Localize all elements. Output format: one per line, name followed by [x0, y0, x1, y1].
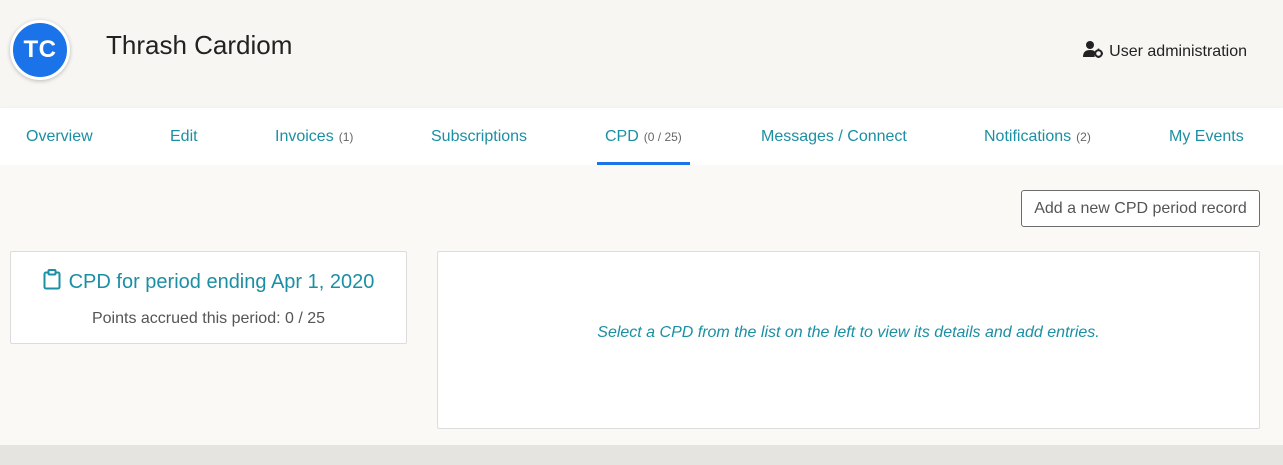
main-content: Add a new CPD period record CPD for peri… — [0, 165, 1283, 445]
tab-overview[interactable]: Overview — [26, 108, 93, 165]
tab-my-events[interactable]: My Events — [1169, 108, 1244, 165]
tab-edit[interactable]: Edit — [170, 108, 198, 165]
tab-count: (2) — [1076, 129, 1091, 144]
cpd-period-card[interactable]: CPD for period ending Apr 1, 2020 Points… — [10, 251, 407, 344]
tab-count: (0 / 25) — [643, 129, 682, 144]
cpd-period-title-text: CPD for period ending Apr 1, 2020 — [68, 271, 375, 293]
tab-cpd[interactable]: CPD (0 / 25) — [597, 108, 690, 165]
user-name: Thrash Cardiom — [106, 30, 293, 60]
tab-label: Overview — [26, 127, 93, 145]
tab-messages-connect[interactable]: Messages / Connect — [761, 108, 907, 165]
clipboard-icon — [43, 269, 61, 296]
tab-invoices[interactable]: Invoices (1) — [275, 108, 353, 165]
cpd-detail-panel: Select a CPD from the list on the left t… — [437, 251, 1260, 429]
header: TC Thrash Cardiom User administration — [0, 0, 1283, 108]
avatar[interactable]: TC — [10, 20, 70, 80]
tab-subscriptions[interactable]: Subscriptions — [431, 108, 527, 165]
tab-bar: Overview Edit Invoices (1) Subscriptions… — [0, 108, 1283, 165]
tab-label: CPD — [605, 127, 639, 145]
tab-label: Notifications — [984, 127, 1072, 145]
user-gear-icon — [1083, 40, 1104, 63]
user-administration-label: User administration — [1109, 42, 1247, 60]
cpd-period-title: CPD for period ending Apr 1, 2020 — [11, 269, 406, 296]
tab-label: My Events — [1169, 127, 1244, 145]
footer-strip — [0, 445, 1283, 465]
tab-label: Subscriptions — [431, 127, 528, 145]
page: TC Thrash Cardiom User administration Ov… — [0, 0, 1283, 465]
cpd-points-text: Points accrued this period: 0 / 25 — [91, 310, 326, 327]
user-administration-link[interactable]: User administration — [1083, 40, 1247, 63]
tab-label: Edit — [170, 127, 198, 145]
tab-label: Invoices — [275, 127, 334, 145]
cpd-detail-message: Select a CPD from the list on the left t… — [597, 324, 1100, 341]
tab-label: Messages / Connect — [761, 127, 907, 145]
tab-count: (1) — [338, 129, 354, 144]
add-cpd-period-button[interactable]: Add a new CPD period record — [1021, 190, 1260, 227]
tab-notifications[interactable]: Notifications (2) — [984, 108, 1091, 165]
